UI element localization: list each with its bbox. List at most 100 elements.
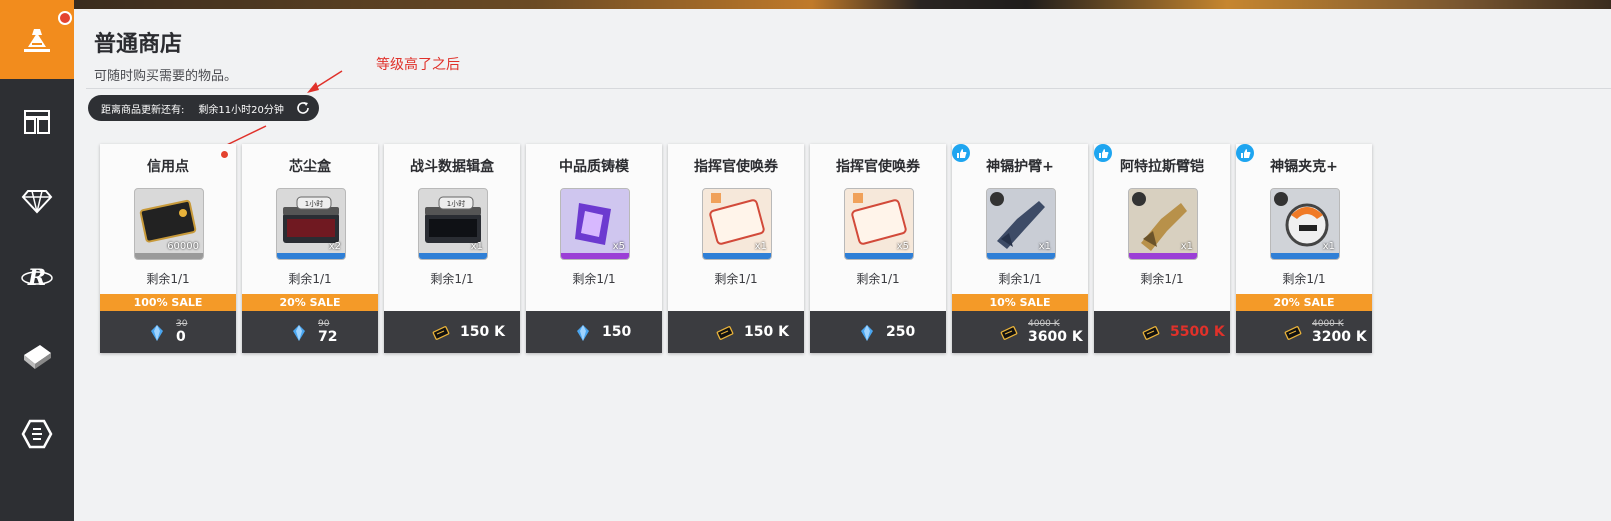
credit-chip-icon xyxy=(432,326,450,340)
price-bar[interactable]: 5500 K xyxy=(1094,311,1230,353)
item-remaining: 剩余1/1 xyxy=(572,272,616,286)
item-name: 中品质铸模 xyxy=(559,159,629,175)
crystal-icon xyxy=(861,325,873,341)
item-image: 1小时 x2 xyxy=(276,188,346,260)
r-emblem-icon: R xyxy=(21,265,53,291)
item-image: x1 xyxy=(1128,188,1198,260)
item-remaining: 剩余1/1 xyxy=(430,272,474,286)
sidebar-item-emblem[interactable]: R xyxy=(0,238,74,317)
item-remaining: 剩余1/1 xyxy=(288,272,332,286)
current-price: 150 K xyxy=(460,324,505,340)
item-quantity: x5 xyxy=(612,241,625,252)
price-bar[interactable]: 150 K xyxy=(668,311,804,353)
refresh-label: 距离商品更新还有: xyxy=(101,104,185,116)
price-block: 250 xyxy=(886,311,915,353)
current-price: 5500 K xyxy=(1170,324,1225,340)
item-name: 神镉护臂+ xyxy=(986,159,1054,175)
store-icon xyxy=(24,109,50,134)
item-remaining: 剩余1/1 xyxy=(1140,272,1184,286)
crystal-icon xyxy=(577,325,589,341)
shop-item-card[interactable]: 指挥官使唤券 x5 剩余1/1 250 xyxy=(810,144,946,353)
top-background-strip xyxy=(74,0,1611,9)
item-quantity: x2 xyxy=(328,241,341,252)
original-price: 90 xyxy=(318,319,330,329)
price-block: 150 xyxy=(602,311,631,353)
shop-item-card[interactable]: 神镉护臂+ x1 剩余1/1 10% SALE 4000 K 3600 K xyxy=(952,144,1088,353)
item-quantity: x1 xyxy=(470,241,483,252)
item-quantity: x5 xyxy=(896,241,909,252)
shop-item-card[interactable]: 阿特拉斯臂铠 x1 剩余1/1 5500 K xyxy=(1094,144,1230,353)
price-bar[interactable]: 150 xyxy=(526,311,662,353)
current-price: 72 xyxy=(318,329,338,345)
price-block: 30 0 xyxy=(176,311,187,353)
shop-item-card[interactable]: 战斗数据辑盒 1小时 x1 剩余1/1 150 K xyxy=(384,144,520,353)
item-remaining: 剩余1/1 xyxy=(998,272,1042,286)
diamond-icon xyxy=(21,189,53,213)
price-block: 4000 K 3200 K xyxy=(1312,311,1367,353)
item-remaining: 剩余1/1 xyxy=(714,272,758,286)
sale-banner: 20% SALE xyxy=(242,294,378,311)
crystal-icon xyxy=(151,325,163,341)
sale-banner: 10% SALE xyxy=(952,294,1088,311)
duration-tag: 1小时 xyxy=(305,199,323,208)
price-bar[interactable]: 250 xyxy=(810,311,946,353)
price-bar[interactable]: 4000 K 3200 K xyxy=(1236,311,1372,353)
item-image: x5 xyxy=(560,188,630,260)
new-item-dot xyxy=(220,150,229,159)
refresh-icon[interactable] xyxy=(295,100,311,116)
annotation-note: 等级高了之后 xyxy=(376,57,460,73)
original-price: 4000 K xyxy=(1028,319,1060,329)
page-subtitle: 可随时购买需要的物品。 xyxy=(94,69,238,84)
price-bar[interactable]: 4000 K 3600 K xyxy=(952,311,1088,353)
box-icon xyxy=(24,344,51,369)
item-quantity: x1 xyxy=(754,241,767,252)
price-block: 150 K xyxy=(744,311,789,353)
refresh-timer: 距离商品更新还有: 剩余11小时20分钟 xyxy=(88,95,319,121)
price-bar[interactable]: 30 0 xyxy=(100,311,236,353)
shop-icon xyxy=(24,28,50,52)
item-name: 信用点 xyxy=(147,159,189,175)
sale-banner: 20% SALE xyxy=(1236,294,1372,311)
price-block: 90 72 xyxy=(318,311,337,353)
sidebar-item-store[interactable] xyxy=(0,82,74,161)
shop-item-card[interactable]: 指挥官使唤券 x1 剩余1/1 150 K xyxy=(668,144,804,353)
shop-item-card[interactable]: 芯尘盒 1小时 x2 剩余1/1 20% SALE 90 72 xyxy=(242,144,378,353)
item-name: 芯尘盒 xyxy=(289,159,331,175)
item-image: 60000 xyxy=(134,188,204,260)
shop-item-card[interactable]: 中品质铸模 x5 剩余1/1 150 xyxy=(526,144,662,353)
item-image: x1 xyxy=(1270,188,1340,260)
sidebar: R xyxy=(0,0,74,521)
price-bar[interactable]: 150 K xyxy=(384,311,520,353)
item-image: x1 xyxy=(986,188,1056,260)
shop-item-card[interactable]: 信用点 60000 剩余1/1 100% SALE 30 0 xyxy=(100,144,236,353)
price-block: 150 K xyxy=(460,311,505,353)
item-name: 神镉夹克+ xyxy=(1270,159,1338,175)
item-quantity: 60000 xyxy=(167,241,199,252)
current-price: 250 xyxy=(886,324,916,340)
sidebar-item-hex[interactable] xyxy=(0,394,74,473)
duration-tag: 1小时 xyxy=(447,199,465,208)
page-title: 普通商店 xyxy=(94,32,183,57)
current-price: 3600 K xyxy=(1028,329,1083,345)
credit-chip-icon xyxy=(716,326,734,340)
item-remaining: 剩余1/1 xyxy=(1282,272,1326,286)
thumbs-up-icon xyxy=(1094,144,1112,162)
sale-banner: 100% SALE xyxy=(100,294,236,311)
sidebar-item-gems[interactable] xyxy=(0,160,74,239)
notification-dot xyxy=(58,11,72,25)
original-price: 30 xyxy=(176,319,188,329)
price-bar[interactable]: 90 72 xyxy=(242,311,378,353)
item-name: 战斗数据辑盒 xyxy=(410,159,494,175)
thumbs-up-icon xyxy=(952,144,970,162)
credit-chip-icon xyxy=(1142,326,1160,340)
credit-chip-icon xyxy=(1000,326,1018,340)
item-quantity: x1 xyxy=(1038,241,1051,252)
price-block: 4000 K 3600 K xyxy=(1028,311,1083,353)
item-name: 指挥官使唤券 xyxy=(694,159,778,175)
price-block: 5500 K xyxy=(1170,311,1225,353)
item-remaining: 剩余1/1 xyxy=(146,272,190,286)
sidebar-item-box[interactable] xyxy=(0,316,74,395)
header-divider xyxy=(86,88,1611,89)
item-name: 阿特拉斯臂铠 xyxy=(1120,159,1204,175)
shop-item-card[interactable]: 神镉夹克+ x1 剩余1/1 20% SALE 4000 K 3200 K xyxy=(1236,144,1372,353)
